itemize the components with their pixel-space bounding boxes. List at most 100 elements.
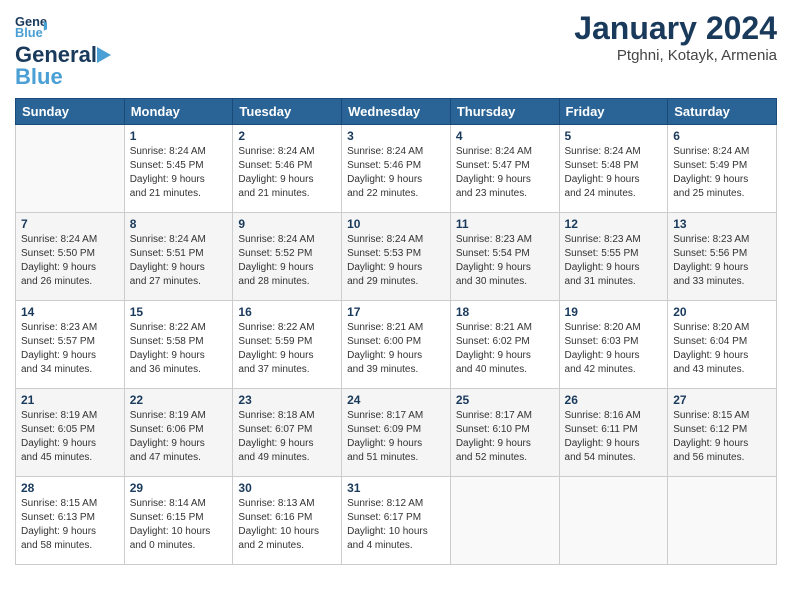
calendar-cell: 2 Sunrise: 8:24 AMSunset: 5:46 PMDaylight… bbox=[233, 125, 342, 213]
calendar-cell: 29 Sunrise: 8:14 AMSunset: 6:15 PMDayligh… bbox=[124, 477, 233, 565]
day-info: Sunrise: 8:24 AMSunset: 5:47 PMDaylight:… bbox=[456, 145, 554, 201]
day-info: Sunrise: 8:17 AMSunset: 6:09 PMDaylight:… bbox=[347, 409, 445, 465]
day-number: 10 bbox=[347, 217, 445, 231]
day-info: Sunrise: 8:24 AMSunset: 5:46 PMDaylight:… bbox=[238, 145, 336, 201]
header-monday: Monday bbox=[124, 99, 233, 125]
day-info: Sunrise: 8:14 AMSunset: 6:15 PMDaylight:… bbox=[130, 497, 228, 553]
calendar-cell: 25Sunrise: 8:17 AMSunset: 6:10 PMDayligh… bbox=[450, 389, 559, 477]
day-info: Sunrise: 8:20 AMSunset: 6:03 PMDaylight:… bbox=[565, 321, 663, 377]
day-number: 23 bbox=[238, 393, 336, 407]
calendar-cell: 10 Sunrise: 8:24 AMSunset: 5:53 PMDayligh… bbox=[342, 213, 451, 301]
day-number: 15 bbox=[130, 305, 228, 319]
day-info: Sunrise: 8:24 AMSunset: 5:53 PMDaylight:… bbox=[347, 233, 445, 289]
day-number: 27 bbox=[673, 393, 771, 407]
day-number: 30 bbox=[238, 481, 336, 495]
calendar-cell: 5Sunrise: 8:24 AMSunset: 5:48 PMDaylight… bbox=[559, 125, 668, 213]
calendar-cell: 8 Sunrise: 8:24 AMSunset: 5:51 PMDaylight… bbox=[124, 213, 233, 301]
day-info: Sunrise: 8:15 AMSunset: 6:13 PMDaylight:… bbox=[21, 497, 119, 553]
day-number: 16 bbox=[238, 305, 336, 319]
day-number: 2 bbox=[238, 129, 336, 143]
day-number: 4 bbox=[456, 129, 554, 143]
calendar-cell: 21 Sunrise: 8:19 AMSunset: 6:05 PMDayligh… bbox=[16, 389, 125, 477]
day-info: Sunrise: 8:15 AMSunset: 6:12 PMDaylight:… bbox=[673, 409, 771, 465]
calendar-week-2: 7 Sunrise: 8:24 AMSunset: 5:50 PMDaylight… bbox=[16, 213, 777, 301]
header: General Blue General Blue January 2024 P… bbox=[15, 10, 777, 90]
calendar-cell: 22Sunrise: 8:19 AMSunset: 6:06 PMDayligh… bbox=[124, 389, 233, 477]
page: General Blue General Blue January 2024 P… bbox=[0, 0, 792, 612]
day-info: Sunrise: 8:13 AMSunset: 6:16 PMDaylight:… bbox=[238, 497, 336, 553]
day-number: 28 bbox=[21, 481, 119, 495]
day-info: Sunrise: 8:23 AMSunset: 5:56 PMDaylight:… bbox=[673, 233, 771, 289]
day-number: 9 bbox=[238, 217, 336, 231]
day-number: 7 bbox=[21, 217, 119, 231]
day-info: Sunrise: 8:20 AMSunset: 6:04 PMDaylight:… bbox=[673, 321, 771, 377]
day-info: Sunrise: 8:23 AMSunset: 5:54 PMDaylight:… bbox=[456, 233, 554, 289]
calendar-cell: 3 Sunrise: 8:24 AMSunset: 5:46 PMDaylight… bbox=[342, 125, 451, 213]
day-info: Sunrise: 8:24 AMSunset: 5:46 PMDaylight:… bbox=[347, 145, 445, 201]
calendar-cell: 17Sunrise: 8:21 AMSunset: 6:00 PMDayligh… bbox=[342, 301, 451, 389]
day-info: Sunrise: 8:21 AMSunset: 6:00 PMDaylight:… bbox=[347, 321, 445, 377]
day-number: 29 bbox=[130, 481, 228, 495]
calendar-cell: 31Sunrise: 8:12 AMSunset: 6:17 PMDayligh… bbox=[342, 477, 451, 565]
logo: General Blue General Blue bbox=[15, 10, 115, 90]
day-info: Sunrise: 8:21 AMSunset: 6:02 PMDaylight:… bbox=[456, 321, 554, 377]
calendar-cell bbox=[450, 477, 559, 565]
calendar-week-4: 21 Sunrise: 8:19 AMSunset: 6:05 PMDayligh… bbox=[16, 389, 777, 477]
day-number: 12 bbox=[565, 217, 663, 231]
calendar-cell bbox=[559, 477, 668, 565]
day-number: 19 bbox=[565, 305, 663, 319]
calendar-table: Sunday Monday Tuesday Wednesday Thursday… bbox=[15, 98, 777, 565]
calendar-cell: 6 Sunrise: 8:24 AMSunset: 5:49 PMDaylight… bbox=[668, 125, 777, 213]
day-info: Sunrise: 8:19 AMSunset: 6:05 PMDaylight:… bbox=[21, 409, 119, 465]
svg-text:Blue: Blue bbox=[15, 25, 43, 40]
month-title: January 2024 bbox=[574, 10, 777, 47]
day-info: Sunrise: 8:24 AMSunset: 5:45 PMDaylight:… bbox=[130, 145, 228, 201]
day-number: 21 bbox=[21, 393, 119, 407]
logo-icon: General Blue bbox=[15, 10, 47, 42]
day-info: Sunrise: 8:18 AMSunset: 6:07 PMDaylight:… bbox=[238, 409, 336, 465]
day-number: 18 bbox=[456, 305, 554, 319]
calendar-cell: 26 Sunrise: 8:16 AMSunset: 6:11 PMDayligh… bbox=[559, 389, 668, 477]
day-number: 3 bbox=[347, 129, 445, 143]
day-number: 24 bbox=[347, 393, 445, 407]
header-sunday: Sunday bbox=[16, 99, 125, 125]
calendar-week-3: 14 Sunrise: 8:23 AMSunset: 5:57 PMDayligh… bbox=[16, 301, 777, 389]
day-info: Sunrise: 8:24 AMSunset: 5:50 PMDaylight:… bbox=[21, 233, 119, 289]
calendar-cell: 24 Sunrise: 8:17 AMSunset: 6:09 PMDayligh… bbox=[342, 389, 451, 477]
day-number: 11 bbox=[456, 217, 554, 231]
day-number: 5 bbox=[565, 129, 663, 143]
calendar-cell: 27 Sunrise: 8:15 AMSunset: 6:12 PMDayligh… bbox=[668, 389, 777, 477]
calendar-cell: 14 Sunrise: 8:23 AMSunset: 5:57 PMDayligh… bbox=[16, 301, 125, 389]
calendar-cell bbox=[16, 125, 125, 213]
calendar-cell: 20 Sunrise: 8:20 AMSunset: 6:04 PMDayligh… bbox=[668, 301, 777, 389]
header-wednesday: Wednesday bbox=[342, 99, 451, 125]
logo-arrow-icon bbox=[97, 45, 115, 65]
calendar-cell: 19 Sunrise: 8:20 AMSunset: 6:03 PMDayligh… bbox=[559, 301, 668, 389]
calendar-cell: 15 Sunrise: 8:22 AMSunset: 5:58 PMDayligh… bbox=[124, 301, 233, 389]
day-info: Sunrise: 8:17 AMSunset: 6:10 PMDaylight:… bbox=[456, 409, 554, 465]
calendar-header-row: Sunday Monday Tuesday Wednesday Thursday… bbox=[16, 99, 777, 125]
day-info: Sunrise: 8:16 AMSunset: 6:11 PMDaylight:… bbox=[565, 409, 663, 465]
day-number: 13 bbox=[673, 217, 771, 231]
day-number: 6 bbox=[673, 129, 771, 143]
title-block: January 2024 Ptghni, Kotayk, Armenia bbox=[574, 10, 777, 64]
calendar-week-1: 1 Sunrise: 8:24 AMSunset: 5:45 PMDaylight… bbox=[16, 125, 777, 213]
day-number: 31 bbox=[347, 481, 445, 495]
calendar-cell: 7 Sunrise: 8:24 AMSunset: 5:50 PMDaylight… bbox=[16, 213, 125, 301]
calendar-cell: 12 Sunrise: 8:23 AMSunset: 5:55 PMDayligh… bbox=[559, 213, 668, 301]
day-info: Sunrise: 8:24 AMSunset: 5:49 PMDaylight:… bbox=[673, 145, 771, 201]
day-info: Sunrise: 8:23 AMSunset: 5:57 PMDaylight:… bbox=[21, 321, 119, 377]
day-number: 14 bbox=[21, 305, 119, 319]
day-info: Sunrise: 8:22 AMSunset: 5:58 PMDaylight:… bbox=[130, 321, 228, 377]
day-info: Sunrise: 8:23 AMSunset: 5:55 PMDaylight:… bbox=[565, 233, 663, 289]
calendar-cell: 28 Sunrise: 8:15 AMSunset: 6:13 PMDayligh… bbox=[16, 477, 125, 565]
header-tuesday: Tuesday bbox=[233, 99, 342, 125]
calendar-cell: 18 Sunrise: 8:21 AMSunset: 6:02 PMDayligh… bbox=[450, 301, 559, 389]
day-info: Sunrise: 8:24 AMSunset: 5:51 PMDaylight:… bbox=[130, 233, 228, 289]
day-number: 1 bbox=[130, 129, 228, 143]
day-number: 26 bbox=[565, 393, 663, 407]
day-number: 8 bbox=[130, 217, 228, 231]
day-number: 20 bbox=[673, 305, 771, 319]
header-thursday: Thursday bbox=[450, 99, 559, 125]
calendar-cell: 16Sunrise: 8:22 AMSunset: 5:59 PMDayligh… bbox=[233, 301, 342, 389]
